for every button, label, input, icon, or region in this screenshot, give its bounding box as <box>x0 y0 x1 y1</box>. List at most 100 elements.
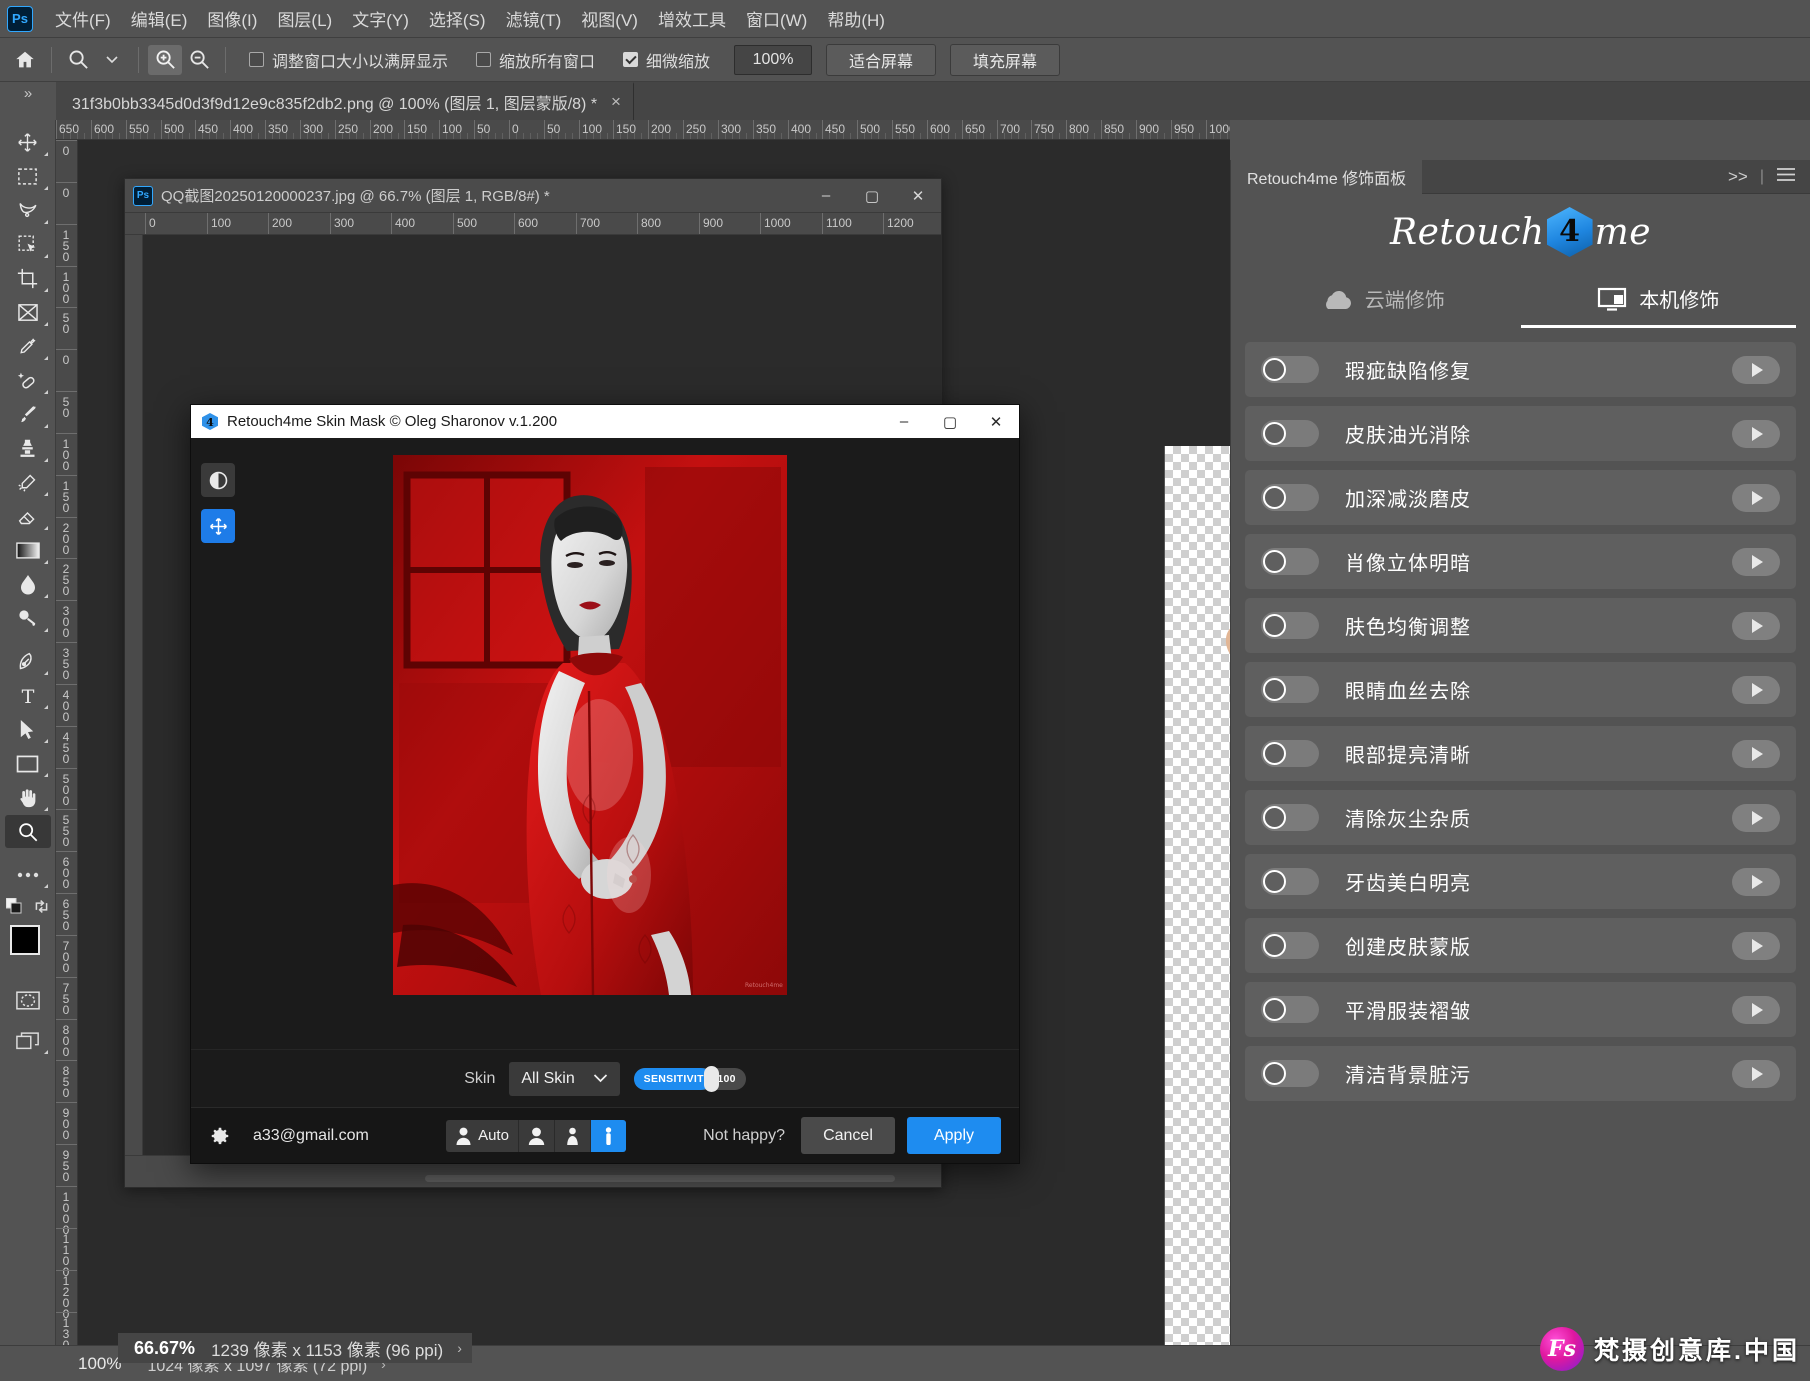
clone-stamp-tool[interactable] <box>5 432 51 465</box>
feature-row[interactable]: 创建皮肤蒙版 <box>1245 918 1796 973</box>
horizontal-scrollbar[interactable] <box>425 1175 895 1182</box>
path-selection-tool[interactable] <box>5 713 51 746</box>
dialog-minimize-button[interactable]: – <box>881 405 927 438</box>
menu-plugins[interactable]: 增效工具 <box>648 2 736 35</box>
sensitivity-slider[interactable]: SENSITIVITY: 100 <box>634 1068 746 1090</box>
expand-panel-icon[interactable]: >> <box>1728 167 1748 187</box>
play-icon[interactable] <box>1732 740 1780 768</box>
fill-screen-button[interactable]: 填充屏幕 <box>950 44 1060 76</box>
inner-window-titlebar[interactable]: Ps QQ截图20250120000237.jpg @ 66.7% (图层 1,… <box>125 179 941 213</box>
move-pan-icon[interactable] <box>201 509 235 543</box>
type-tool[interactable]: T <box>5 679 51 712</box>
horizontal-ruler[interactable]: 6506005505004504003503002502001501005005… <box>56 120 1230 140</box>
maximize-button[interactable]: ▢ <box>849 179 895 213</box>
tab-cloud-retouch[interactable]: 云端修饰 <box>1245 272 1521 328</box>
feature-row[interactable]: 牙齿美白明亮 <box>1245 854 1796 909</box>
checkbox-scrubby-zoom[interactable]: 细微缩放 <box>623 48 710 72</box>
mode-bust-button[interactable] <box>519 1120 555 1152</box>
sensitivity-knob[interactable] <box>704 1066 719 1092</box>
zoom-tool[interactable] <box>5 815 51 848</box>
contrast-toggle-icon[interactable] <box>201 463 235 497</box>
mode-half-button[interactable] <box>555 1120 591 1152</box>
move-tool[interactable] <box>5 126 51 159</box>
gradient-tool[interactable] <box>5 534 51 567</box>
color-swatches[interactable] <box>5 922 51 976</box>
blur-tool[interactable] <box>5 568 51 601</box>
dialog-close-button[interactable]: ✕ <box>973 405 1019 438</box>
play-icon[interactable] <box>1732 612 1780 640</box>
feature-row[interactable]: 清除灰尘杂质 <box>1245 790 1796 845</box>
document-zoom-level[interactable]: 66.67% <box>118 1338 211 1359</box>
vertical-ruler[interactable]: 0015010050050100150200250300350400450500… <box>56 140 78 1345</box>
feature-row[interactable]: 皮肤油光消除 <box>1245 406 1796 461</box>
document-tab[interactable]: 31f3b0bb3345d0d3f9d12e9c835f2db2.png @ 1… <box>56 82 634 120</box>
foreground-color-swatch[interactable] <box>10 925 40 955</box>
skin-mask-preview-image[interactable]: Retouch4me <box>393 455 787 995</box>
magnifier-icon[interactable] <box>61 45 95 75</box>
quick-mask-icon[interactable] <box>5 984 51 1017</box>
eyedropper-tool[interactable] <box>5 330 51 363</box>
feature-row[interactable]: 瑕疵缺陷修复 <box>1245 342 1796 397</box>
zoom-value-field[interactable]: 100% <box>734 45 812 75</box>
menu-type[interactable]: 文字(Y) <box>342 2 419 35</box>
feature-toggle[interactable] <box>1261 548 1319 575</box>
feature-toggle[interactable] <box>1261 932 1319 959</box>
retouch4me-skin-mask-dialog[interactable]: 4 Retouch4me Skin Mask © Oleg Sharonov v… <box>190 404 1020 1164</box>
checkbox-resize-window[interactable]: 调整窗口大小以满屏显示 <box>249 48 448 72</box>
menu-layer[interactable]: 图层(L) <box>267 2 342 35</box>
crop-tool[interactable] <box>5 262 51 295</box>
inner-vertical-ruler[interactable] <box>125 235 143 1155</box>
play-icon[interactable] <box>1732 932 1780 960</box>
pen-tool[interactable] <box>5 645 51 678</box>
dialog-titlebar[interactable]: 4 Retouch4me Skin Mask © Oleg Sharonov v… <box>191 405 1019 438</box>
menu-window[interactable]: 窗口(W) <box>736 2 817 35</box>
menu-file[interactable]: 文件(F) <box>45 2 121 35</box>
play-icon[interactable] <box>1732 996 1780 1024</box>
menu-filter[interactable]: 滤镜(T) <box>496 2 572 35</box>
lasso-tool[interactable] <box>5 194 51 227</box>
feature-row[interactable]: 平滑服装褶皱 <box>1245 982 1796 1037</box>
menu-select[interactable]: 选择(S) <box>419 2 496 35</box>
feature-row[interactable]: 清洁背景脏污 <box>1245 1046 1796 1101</box>
screen-mode-icon[interactable] <box>5 1024 51 1057</box>
zoom-in-icon[interactable] <box>148 45 182 75</box>
apply-button[interactable]: Apply <box>907 1117 1001 1154</box>
feature-toggle[interactable] <box>1261 740 1319 767</box>
feature-row[interactable]: 肖像立体明暗 <box>1245 534 1796 589</box>
skin-select[interactable]: All Skin <box>509 1062 619 1096</box>
feature-toggle[interactable] <box>1261 996 1319 1023</box>
play-icon[interactable] <box>1732 484 1780 512</box>
checkbox-box[interactable] <box>249 52 264 67</box>
minimize-button[interactable]: – <box>803 179 849 213</box>
menu-view[interactable]: 视图(V) <box>571 2 648 35</box>
frame-tool[interactable] <box>5 296 51 329</box>
hamburger-menu-icon[interactable] <box>1776 167 1796 187</box>
shape-tool[interactable] <box>5 747 51 780</box>
menu-edit[interactable]: 编辑(E) <box>121 2 198 35</box>
more-tools-icon[interactable] <box>5 858 51 891</box>
play-icon[interactable] <box>1732 1060 1780 1088</box>
gear-icon[interactable] <box>209 1125 231 1147</box>
feature-toggle[interactable] <box>1261 484 1319 511</box>
checkbox-box[interactable] <box>476 52 491 67</box>
checkbox-box[interactable] <box>623 52 638 67</box>
play-icon[interactable] <box>1732 804 1780 832</box>
play-icon[interactable] <box>1732 548 1780 576</box>
close-button[interactable]: ✕ <box>895 179 941 213</box>
mode-auto-button[interactable]: Auto <box>446 1120 519 1152</box>
menu-image[interactable]: 图像(I) <box>197 2 267 35</box>
zoom-out-icon[interactable] <box>182 45 216 75</box>
swap-colors-icon[interactable] <box>33 898 50 920</box>
feature-toggle[interactable] <box>1261 1060 1319 1087</box>
brush-tool[interactable] <box>5 398 51 431</box>
spot-healing-tool[interactable] <box>5 364 51 397</box>
feature-toggle[interactable] <box>1261 868 1319 895</box>
mode-full-button[interactable] <box>591 1120 626 1152</box>
close-icon[interactable]: × <box>611 92 621 112</box>
play-icon[interactable] <box>1732 868 1780 896</box>
chevron-right-icon[interactable]: › <box>443 1340 462 1356</box>
feature-row[interactable]: 眼部提亮清晰 <box>1245 726 1796 781</box>
history-brush-tool[interactable] <box>5 466 51 499</box>
feature-toggle[interactable] <box>1261 612 1319 639</box>
feature-toggle[interactable] <box>1261 804 1319 831</box>
